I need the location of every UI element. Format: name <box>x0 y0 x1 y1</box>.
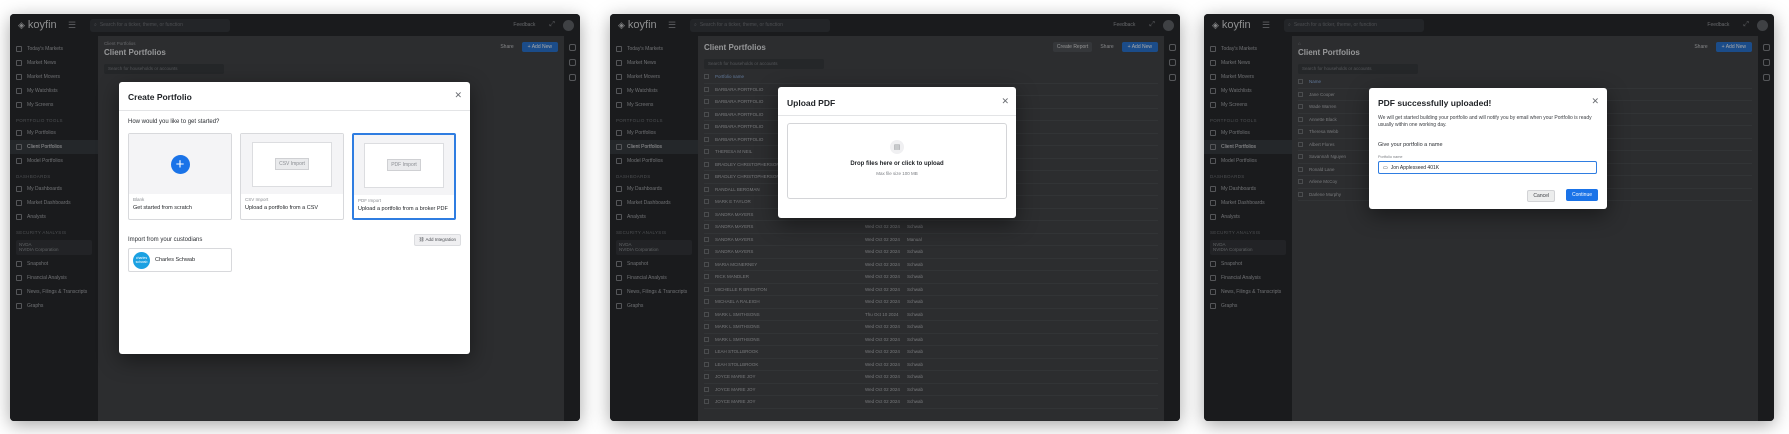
max-size-text: Max file size 100 MB <box>876 171 918 176</box>
divider <box>119 110 470 111</box>
divider <box>778 115 1016 116</box>
card-preview: + <box>129 134 231 194</box>
add-integration-button[interactable]: ⛓ Add Integration <box>413 234 461 246</box>
stage: ◈ koyfin ☰ ⌕ Search for a ticker, theme, o… <box>0 0 1789 434</box>
custodian-card-schwab[interactable]: charles schwab Charles Schwab <box>128 248 232 272</box>
card-blank[interactable]: + Blank Get started from scratch <box>128 133 232 220</box>
briefcase-icon: ▭ <box>1383 164 1388 171</box>
file-icon: ▤ <box>890 140 904 154</box>
close-icon[interactable]: ✕ <box>1591 96 1599 107</box>
screenshot-pdf-uploaded: ◈ koyfin ☰ ⌕ Search for a ticker, theme, o… <box>1204 14 1774 421</box>
drop-text: Drop files here or click to upload <box>850 161 944 167</box>
document-preview: CSV Import <box>252 141 332 187</box>
cancel-button[interactable]: Cancel <box>1527 190 1555 202</box>
start-question: How would you like to get started? <box>128 119 220 125</box>
portfolio-name-field[interactable]: ▭ <box>1378 161 1597 174</box>
portfolio-name-label: Portfolio name <box>1378 155 1403 159</box>
portfolio-name-input[interactable] <box>1390 164 1571 171</box>
modal-title: Create Portfolio <box>128 92 192 102</box>
create-portfolio-modal: Create Portfolio ✕ How would you like to… <box>119 82 470 354</box>
custodians-heading: Import from your custodians <box>128 237 203 243</box>
screenshot-create-portfolio: ◈ koyfin ☰ ⌕ Search for a ticker, theme, o… <box>10 14 580 421</box>
name-prompt: Give your portfolio a name <box>1378 142 1443 148</box>
schwab-logo: charles schwab <box>133 251 150 269</box>
success-message: We will get started building your portfo… <box>1378 115 1592 128</box>
plus-icon: + <box>170 154 190 174</box>
close-icon[interactable]: ✕ <box>454 90 462 101</box>
modal-title: Upload PDF <box>787 98 836 108</box>
file-drop-zone[interactable]: ▤ Drop files here or click to upload Max… <box>787 123 1007 199</box>
document-preview: PDF Import <box>364 142 444 188</box>
upload-pdf-modal: Upload PDF ✕ ▤ Drop files here or click … <box>778 87 1016 218</box>
card-preview: CSV Import <box>241 134 343 194</box>
card-pdf-import[interactable]: PDF Import PDF Import Upload a portfolio… <box>352 133 456 220</box>
modal-title: PDF successfully uploaded! <box>1378 98 1492 108</box>
card-csv-import[interactable]: CSV Import CSV Import Upload a portfolio… <box>240 133 344 220</box>
card-preview: PDF Import <box>354 135 454 195</box>
modal-backdrop[interactable] <box>1204 14 1774 421</box>
close-icon[interactable]: ✕ <box>1001 96 1009 107</box>
upload-success-modal: PDF successfully uploaded! ✕ We will get… <box>1369 88 1607 209</box>
screenshot-upload-pdf: ◈ koyfin ☰ ⌕ Search for a ticker, theme, o… <box>610 14 1180 421</box>
continue-button[interactable]: Continue <box>1565 189 1598 201</box>
